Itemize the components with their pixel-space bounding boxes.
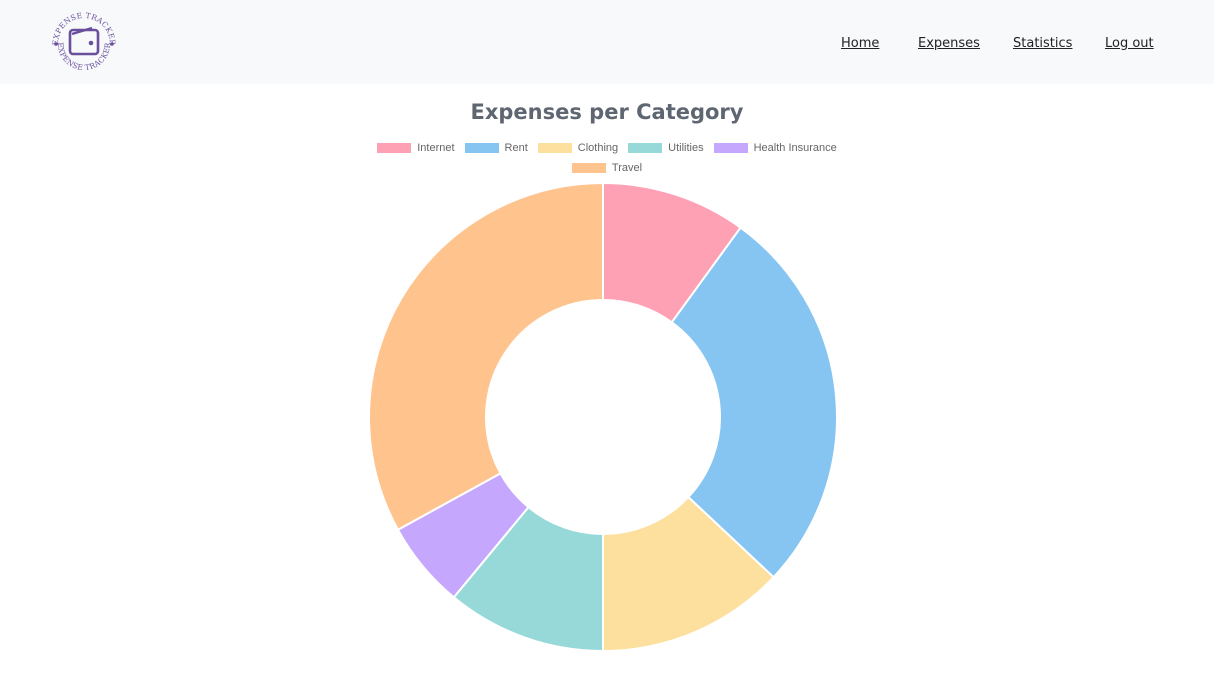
donut-slice-travel[interactable] [368, 181, 604, 532]
donut-chart [368, 181, 838, 653]
